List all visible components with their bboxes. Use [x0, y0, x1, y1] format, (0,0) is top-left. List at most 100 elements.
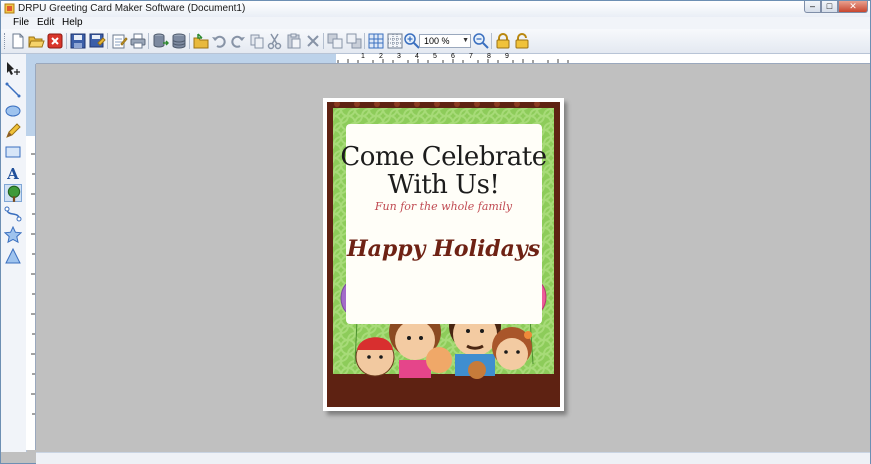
undo-icon: [212, 35, 226, 48]
edit-document-icon: [112, 34, 128, 49]
zoom-out-icon: [473, 33, 489, 49]
select-tool[interactable]: [4, 60, 22, 78]
menu-help[interactable]: Help: [62, 17, 83, 29]
star-tool[interactable]: [4, 226, 22, 244]
menu-edit[interactable]: Edit: [37, 17, 54, 29]
card-title-line-1[interactable]: Come Celebrate: [327, 142, 560, 172]
title-bar: DRPU Greeting Card Maker Software (Docum…: [1, 1, 870, 18]
snap-grid-button[interactable]: [386, 32, 404, 50]
paste-button[interactable]: [285, 32, 303, 50]
edit-properties-button[interactable]: [110, 32, 128, 50]
toolbar-separator: [323, 33, 324, 49]
main-toolbar: 100 % ▼: [1, 29, 870, 54]
bring-front-button[interactable]: [326, 32, 344, 50]
database-icon: [172, 33, 186, 49]
horizontal-ruler[interactable]: 1 2 3 4 5 6 7 8 9: [36, 53, 870, 64]
folder-open-icon: [28, 36, 45, 48]
undo-button[interactable]: [210, 32, 228, 50]
database-arrow-icon: [153, 33, 169, 48]
text-tool[interactable]: A: [4, 164, 22, 182]
database-export-button[interactable]: [151, 32, 169, 50]
ruler-mark: 4: [415, 53, 419, 60]
rectangle-tool[interactable]: [4, 143, 22, 161]
triangle-icon: [5, 247, 21, 264]
ruler-mark: 7: [469, 53, 473, 60]
maximize-button[interactable]: □: [821, 1, 838, 13]
toolbar-separator: [107, 33, 108, 49]
send-to-back-icon: [346, 33, 362, 49]
save-disk-icon: [70, 33, 86, 49]
toolbar-separator: [148, 33, 149, 49]
greeting-card[interactable]: Come Celebrate With Us! Fun for the whol…: [323, 98, 564, 411]
cut-button[interactable]: [266, 32, 284, 50]
ruler-mark: 3: [397, 53, 401, 60]
save-as-button[interactable]: [88, 32, 106, 50]
dotted-grid-icon: [387, 33, 403, 49]
card-title-line-2[interactable]: With Us!: [327, 170, 560, 200]
save-as-icon: [89, 33, 106, 48]
toolbar-separator: [364, 33, 365, 49]
app-logo-icon: [4, 3, 15, 14]
zoom-out-button[interactable]: [472, 32, 490, 50]
curve-icon: [4, 206, 22, 222]
horizontal-scrollbar[interactable]: [36, 452, 870, 464]
zoom-value: 100 %: [424, 36, 450, 46]
unlock-button[interactable]: [513, 32, 531, 50]
app-window: DRPU Greeting Card Maker Software (Docum…: [0, 0, 871, 464]
rectangle-icon: [5, 146, 21, 158]
toolbar-grip[interactable]: [4, 33, 8, 49]
redo-icon: [231, 35, 245, 48]
pencil-icon: [6, 123, 21, 138]
minimize-button[interactable]: –: [804, 1, 821, 13]
ellipse-icon: [5, 105, 21, 117]
ruler-v-margin: [26, 64, 35, 136]
paste-icon: [287, 33, 301, 49]
card-subtitle[interactable]: Fun for the whole family: [327, 200, 560, 213]
database-button[interactable]: [170, 32, 188, 50]
ellipse-tool[interactable]: [4, 102, 22, 120]
folder-image-icon: [193, 33, 209, 49]
show-grid-button[interactable]: [367, 32, 385, 50]
toolbar-separator: [189, 33, 190, 49]
close-document-button[interactable]: [46, 32, 64, 50]
triangle-tool[interactable]: [4, 247, 22, 265]
ruler-mark: 2: [379, 53, 383, 60]
redo-button[interactable]: [229, 32, 247, 50]
import-image-button[interactable]: [192, 32, 210, 50]
open-button[interactable]: [27, 32, 45, 50]
ruler-mark: 9: [505, 53, 509, 60]
delete-x-icon: [307, 35, 319, 47]
lock-icon: [496, 33, 510, 49]
window-title: DRPU Greeting Card Maker Software (Docum…: [18, 3, 246, 14]
pencil-tool[interactable]: [4, 122, 22, 140]
printer-icon: [130, 33, 146, 49]
zoom-select[interactable]: 100 % ▼: [419, 34, 471, 48]
star-icon: [4, 226, 22, 244]
pointer-move-icon: [7, 62, 20, 75]
print-button[interactable]: [129, 32, 147, 50]
line-tool[interactable]: [4, 81, 22, 99]
ruler-mark: 5: [433, 53, 437, 60]
copy-button[interactable]: [248, 32, 266, 50]
text-a-icon: A: [6, 165, 19, 182]
curve-tool[interactable]: [4, 205, 22, 223]
toolbar-separator: [491, 33, 492, 49]
chevron-down-icon: ▼: [462, 37, 469, 44]
toolbar-separator: [66, 33, 67, 49]
save-button[interactable]: [69, 32, 87, 50]
send-back-button[interactable]: [345, 32, 363, 50]
delete-button[interactable]: [304, 32, 322, 50]
scissors-icon: [267, 33, 282, 50]
menu-file[interactable]: File: [13, 17, 29, 29]
close-window-button[interactable]: ✕: [838, 1, 868, 13]
unlock-icon: [515, 33, 529, 49]
new-document-button[interactable]: [9, 32, 27, 50]
card-design[interactable]: Come Celebrate With Us! Fun for the whol…: [327, 102, 560, 407]
tree-image-icon: [7, 185, 21, 202]
lock-button[interactable]: [494, 32, 512, 50]
card-greeting[interactable]: Happy Holidays: [327, 236, 560, 262]
image-tool[interactable]: [4, 184, 22, 202]
close-red-icon: [47, 33, 63, 49]
ruler-mark: 6: [451, 53, 455, 60]
line-icon: [5, 82, 21, 98]
